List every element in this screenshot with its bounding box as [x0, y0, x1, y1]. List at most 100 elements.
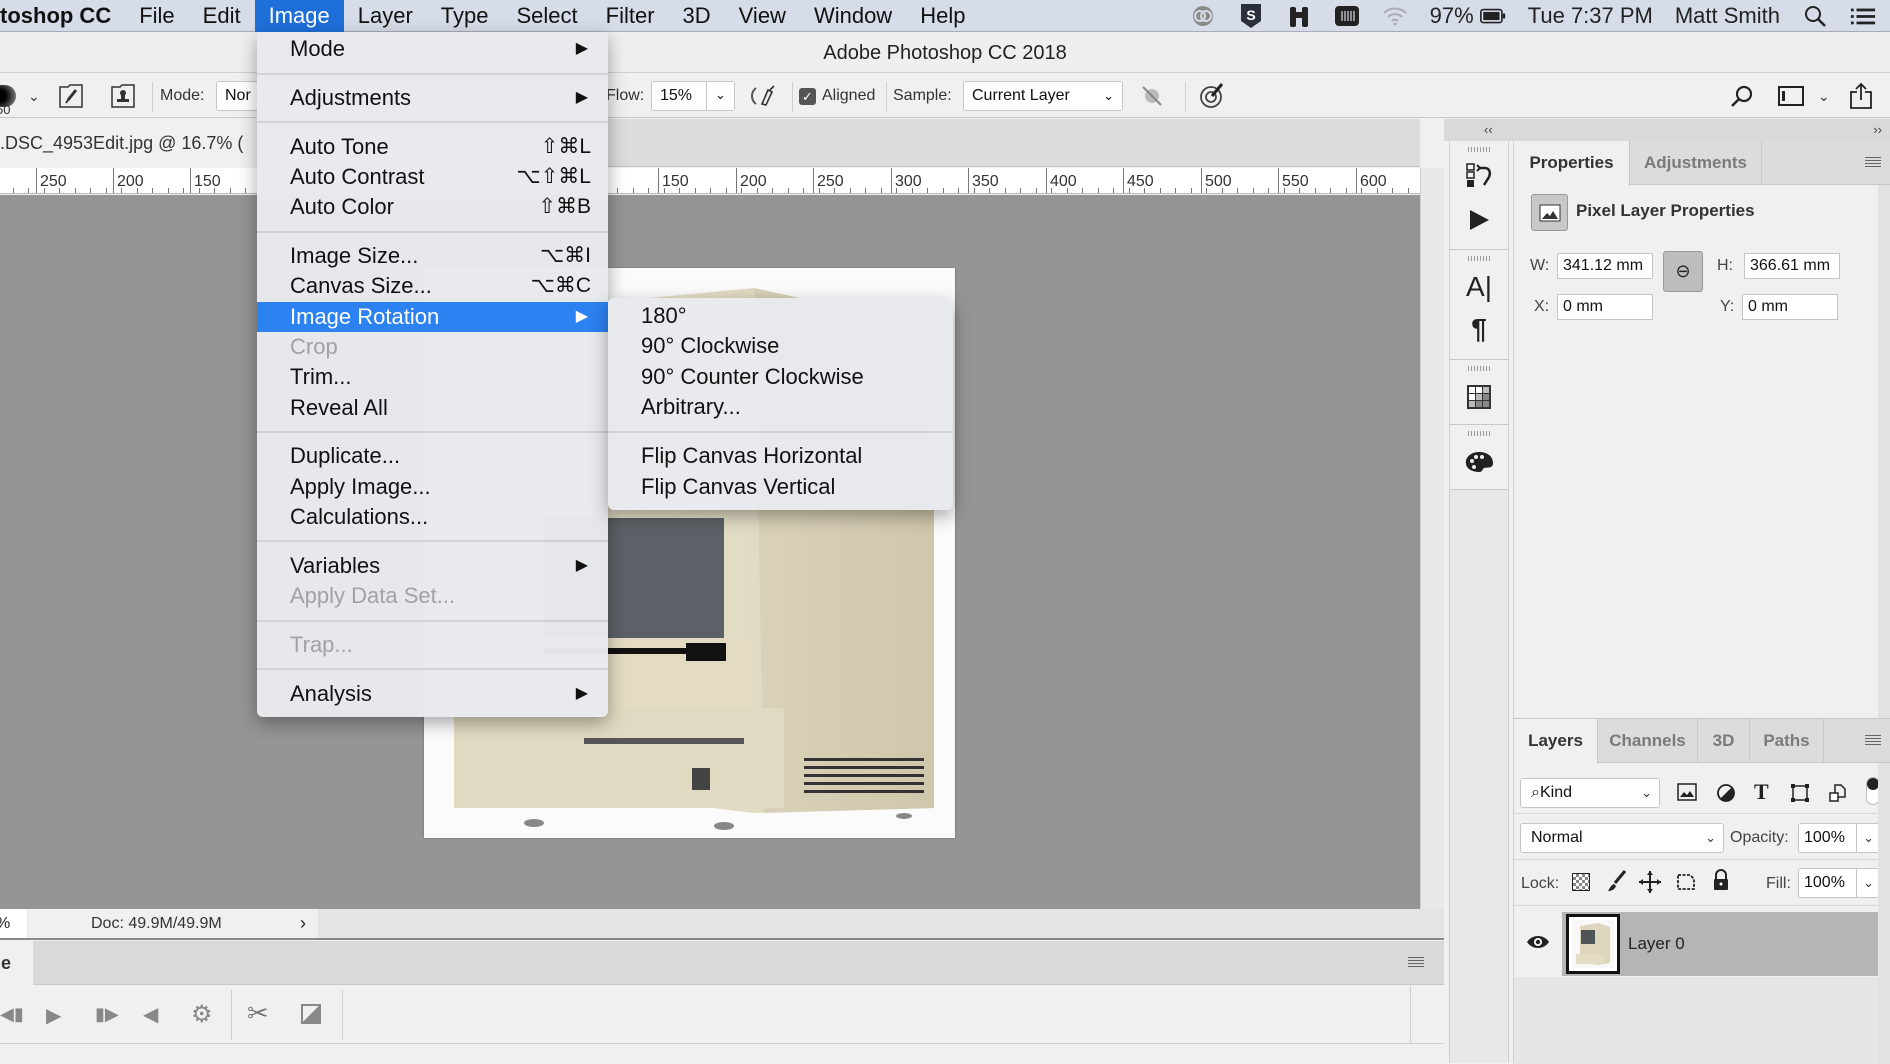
next-frame-icon[interactable]: ▮▶	[95, 1004, 119, 1025]
opacity-chevron-icon[interactable]: ⌄	[1856, 824, 1874, 852]
tab-properties[interactable]: Properties	[1514, 141, 1630, 186]
menu-item-duplicate[interactable]: Duplicate...	[257, 441, 608, 471]
menu-item-auto-contrast[interactable]: Auto Contrast ⌥⇧⌘L	[257, 162, 608, 192]
workspace-icon[interactable]	[1778, 74, 1804, 118]
menu-item-adjustments[interactable]: Adjustments ▶	[257, 83, 608, 113]
tab-adjustments[interactable]: Adjustments	[1630, 141, 1762, 185]
menu-item-90-counter-clockwise[interactable]: 90° Counter Clockwise	[608, 362, 953, 392]
paragraph-icon[interactable]: ¶	[1464, 313, 1494, 344]
styles-palette-icon[interactable]	[1464, 447, 1494, 477]
zoom-field[interactable]: %	[0, 909, 27, 938]
flow-field[interactable]: 15% ⌄	[651, 81, 735, 111]
menu-select[interactable]: Select	[502, 0, 591, 32]
menu-help[interactable]: Help	[906, 0, 979, 32]
filter-pixel-icon[interactable]	[1677, 783, 1697, 806]
height-field[interactable]: 366.61 mm	[1744, 253, 1840, 279]
menu-item-mode[interactable]: Mode ▶	[257, 34, 608, 64]
menu-item-trim[interactable]: Trim...	[257, 362, 608, 392]
menu-app-name[interactable]: toshop CC	[0, 0, 125, 32]
prev-frame-icon[interactable]: ◀▮	[0, 1004, 24, 1025]
settings-gear-icon[interactable]: ⚙	[191, 1000, 213, 1029]
audio-icon[interactable]: ◀	[143, 1002, 158, 1027]
lock-all-icon[interactable]	[1712, 869, 1730, 896]
share-icon[interactable]	[1848, 74, 1874, 118]
brush-picker-chevron-icon[interactable]: ⌄	[28, 74, 40, 118]
spotlight-search-icon[interactable]	[1802, 4, 1828, 28]
menu-type[interactable]: Type	[427, 0, 503, 32]
notification-center-icon[interactable]	[1850, 4, 1876, 28]
layers-menu-icon[interactable]	[1865, 735, 1881, 747]
tab-3d[interactable]: 3D	[1698, 719, 1750, 763]
filter-shape-icon[interactable]	[1790, 783, 1810, 808]
flow-chevron-icon[interactable]: ⌄	[706, 82, 734, 110]
timeline-tab[interactable]: ne	[0, 941, 33, 985]
workspace-chevron-icon[interactable]: ⌄	[1818, 74, 1830, 118]
menu-item-180[interactable]: 180°	[608, 301, 953, 331]
menu-image[interactable]: Image	[254, 0, 344, 32]
y-field[interactable]: 0 mm	[1742, 294, 1838, 320]
aligned-checkbox[interactable]: ✓ Aligned	[799, 74, 875, 118]
airbrush-icon[interactable]	[750, 74, 778, 118]
brush-settings-icon[interactable]	[58, 74, 84, 118]
fill-chevron-icon[interactable]: ⌄	[1856, 869, 1874, 897]
lock-transparent-icon[interactable]	[1572, 873, 1590, 891]
menu-item-analysis[interactable]: Analysis ▶	[257, 679, 608, 709]
creative-cloud-icon[interactable]	[1190, 4, 1216, 28]
blend-mode-select[interactable]: Normal ⌄	[1520, 823, 1724, 853]
layers-scrollbar[interactable]	[1878, 763, 1890, 1064]
menu-item-reveal-all[interactable]: Reveal All	[257, 393, 608, 423]
opacity-field[interactable]: 100% ⌄	[1798, 823, 1882, 853]
collapse-left-icon[interactable]: ‹‹	[1484, 122, 1493, 137]
menu-item-image-rotation[interactable]: Image Rotation ▶	[257, 301, 608, 332]
properties-scrollbar[interactable]	[1878, 185, 1890, 718]
menu-item-arbitrary[interactable]: Arbitrary...	[608, 392, 953, 422]
sample-select[interactable]: Current Layer ⌄	[963, 81, 1123, 111]
menu-layer[interactable]: Layer	[344, 0, 427, 32]
clone-source-icon[interactable]	[110, 74, 136, 118]
memory-icon[interactable]	[1334, 4, 1360, 28]
fill-field[interactable]: 100% ⌄	[1798, 868, 1882, 898]
shield-s-icon[interactable]: S	[1238, 4, 1264, 28]
pressure-icon[interactable]	[1198, 74, 1226, 118]
menu-item-auto-color[interactable]: Auto Color ⇧⌘B	[257, 192, 608, 222]
actions-play-icon[interactable]	[1464, 205, 1494, 235]
filter-smart-object-icon[interactable]	[1828, 783, 1848, 808]
scissors-icon[interactable]: ✂	[247, 998, 269, 1029]
binoculars-icon[interactable]	[1286, 4, 1312, 28]
visibility-eye-icon[interactable]	[1526, 934, 1550, 955]
swatches-icon[interactable]	[1464, 382, 1494, 412]
character-icon[interactable]: A|	[1464, 271, 1494, 302]
lock-paint-brush-icon[interactable]	[1605, 869, 1627, 899]
lock-position-icon[interactable]	[1638, 870, 1662, 899]
filter-kind-select[interactable]: ⌕Kind ⌄	[1520, 778, 1660, 808]
menu-item-canvas-size[interactable]: Canvas Size... ⌥⌘C	[257, 271, 608, 301]
user-name[interactable]: Matt Smith	[1675, 3, 1780, 29]
menu-view[interactable]: View	[725, 0, 800, 32]
menu-item-auto-tone[interactable]: Auto Tone ⇧⌘L	[257, 132, 608, 162]
menu-item-flip-canvas-vertical[interactable]: Flip Canvas Vertical	[608, 472, 953, 502]
link-dimensions-icon[interactable]: ⊖	[1663, 251, 1703, 292]
tab-channels[interactable]: Channels	[1598, 719, 1698, 763]
filter-type-icon[interactable]: T	[1754, 779, 1769, 805]
x-field[interactable]: 0 mm	[1557, 294, 1653, 320]
menu-filter[interactable]: Filter	[592, 0, 669, 32]
play-icon[interactable]: ▶	[46, 1003, 61, 1028]
menu-item-calculations[interactable]: Calculations...	[257, 502, 608, 532]
layer-name[interactable]: Layer 0	[1628, 934, 1685, 954]
menu-3d[interactable]: 3D	[669, 0, 725, 32]
layer-row[interactable]: Layer 0	[1514, 912, 1878, 976]
clock[interactable]: Tue 7:37 PM	[1528, 3, 1653, 29]
transition-icon[interactable]	[301, 1004, 321, 1024]
battery-icon[interactable]	[1479, 4, 1506, 28]
menu-item-90-clockwise[interactable]: 90° Clockwise	[608, 331, 953, 361]
tab-paths[interactable]: Paths	[1750, 719, 1824, 763]
menu-file[interactable]: File	[125, 0, 188, 32]
menu-edit[interactable]: Edit	[189, 0, 255, 32]
collapse-right-icon[interactable]: ››	[1873, 122, 1882, 137]
menu-item-flip-canvas-horizontal[interactable]: Flip Canvas Horizontal	[608, 441, 953, 471]
wifi-icon[interactable]	[1382, 4, 1408, 28]
timeline-menu-icon[interactable]	[1408, 957, 1424, 969]
document-tab[interactable]: .DSC_4953Edit.jpg @ 16.7% (	[0, 119, 258, 167]
menu-item-apply-image[interactable]: Apply Image...	[257, 472, 608, 502]
search-icon[interactable]	[1730, 74, 1754, 118]
